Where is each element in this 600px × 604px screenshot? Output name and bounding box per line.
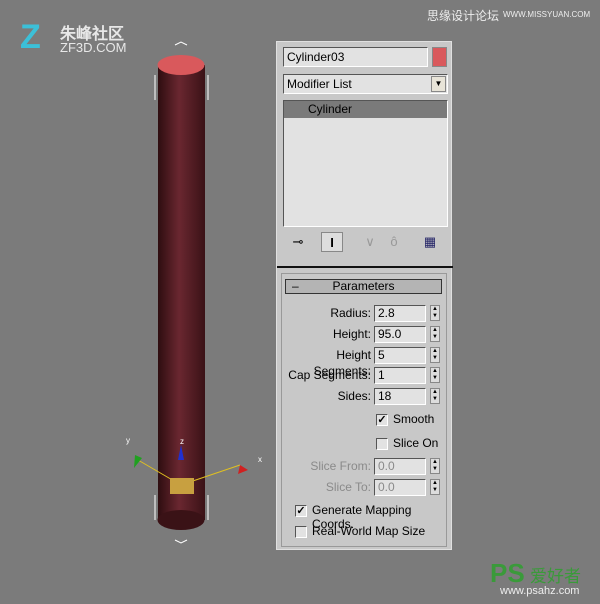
height-input[interactable]: 95.0 (374, 326, 426, 343)
watermark-en: ZF3D.COM (60, 40, 127, 55)
svg-text:x: x (258, 455, 262, 464)
viewport[interactable]: x y z (0, 0, 270, 601)
show-end-result-icon[interactable]: I (321, 232, 343, 252)
radius-input[interactable]: 2.8 (374, 305, 426, 322)
modify-panel: Cylinder03 Modifier List ▼ Cylinder ⊸ I … (276, 41, 453, 550)
cap-segments-spinner[interactable]: ▲ ▼ (430, 367, 440, 383)
smooth-label: Smooth (393, 412, 435, 426)
radius-spinner[interactable]: ▲ ▼ (430, 305, 440, 321)
stack-item-cylinder[interactable]: Cylinder (284, 101, 447, 118)
modifier-list-label: Modifier List (287, 77, 352, 91)
slice-from-spinner[interactable]: ▲ ▼ (430, 458, 440, 474)
slice-to-spinner[interactable]: ▲ ▼ (430, 479, 440, 495)
chevron-down-icon[interactable]: ▼ (431, 76, 446, 92)
svg-text:y: y (126, 436, 130, 445)
watermark-bottom-cn: 爱好者 (530, 567, 581, 586)
sides-spinner[interactable]: ▲ ▼ (430, 388, 440, 404)
cap-segments-input[interactable]: 1 (374, 367, 426, 384)
watermark-top-right-en: WWW.MISSYUAN.COM (503, 10, 591, 19)
sides-input[interactable]: 18 (374, 388, 426, 405)
cap-segments-label: Cap Segments: (288, 368, 371, 382)
generate-mapping-checkbox[interactable]: ✓ (295, 505, 307, 517)
object-name-input[interactable]: Cylinder03 (283, 47, 428, 67)
slice-from-input[interactable]: 0.0 (374, 458, 426, 475)
pin-stack-icon[interactable]: ⊸ (287, 232, 309, 252)
real-world-map-checkbox[interactable] (295, 526, 307, 538)
slice-from-label: Slice From: (310, 459, 371, 473)
watermark-top-right-cn: 思缘设计论坛 (427, 9, 500, 23)
sides-label: Sides: (337, 389, 371, 403)
height-label: Height: (332, 327, 371, 341)
rollout-title: Parameters (332, 279, 395, 293)
svg-text:z: z (180, 437, 184, 446)
collapse-icon: – (292, 279, 299, 293)
slice-on-checkbox[interactable] (376, 438, 388, 450)
real-world-map-label: Real-World Map Size (312, 524, 426, 538)
modifier-stack: Cylinder (283, 100, 448, 227)
watermark-bottom-en: www.psahz.com (500, 585, 580, 597)
configure-modifier-sets-icon[interactable]: ▦ (419, 232, 441, 252)
divider (277, 266, 453, 268)
height-spinner[interactable]: ▲ ▼ (430, 326, 440, 342)
slice-to-input[interactable]: 0.0 (374, 479, 426, 496)
radius-label: Radius: (330, 306, 371, 320)
remove-modifier-icon[interactable]: ô (383, 232, 405, 252)
height-segments-input[interactable]: 5 (374, 347, 426, 364)
object-color-swatch[interactable] (432, 47, 447, 67)
modifier-list-dropdown[interactable]: Modifier List (283, 74, 448, 94)
parameters-rollout-header[interactable]: – Parameters (285, 279, 442, 294)
height-segments-spinner[interactable]: ▲ ▼ (430, 347, 440, 363)
cylinder-object[interactable]: x y z (0, 0, 270, 601)
make-unique-icon[interactable]: ∨ (359, 232, 381, 252)
slice-on-label: Slice On (393, 436, 439, 450)
slice-to-label: Slice To: (325, 480, 371, 494)
zf3d-logo-icon: Z (20, 18, 41, 56)
smooth-checkbox[interactable]: ✓ (376, 414, 388, 426)
